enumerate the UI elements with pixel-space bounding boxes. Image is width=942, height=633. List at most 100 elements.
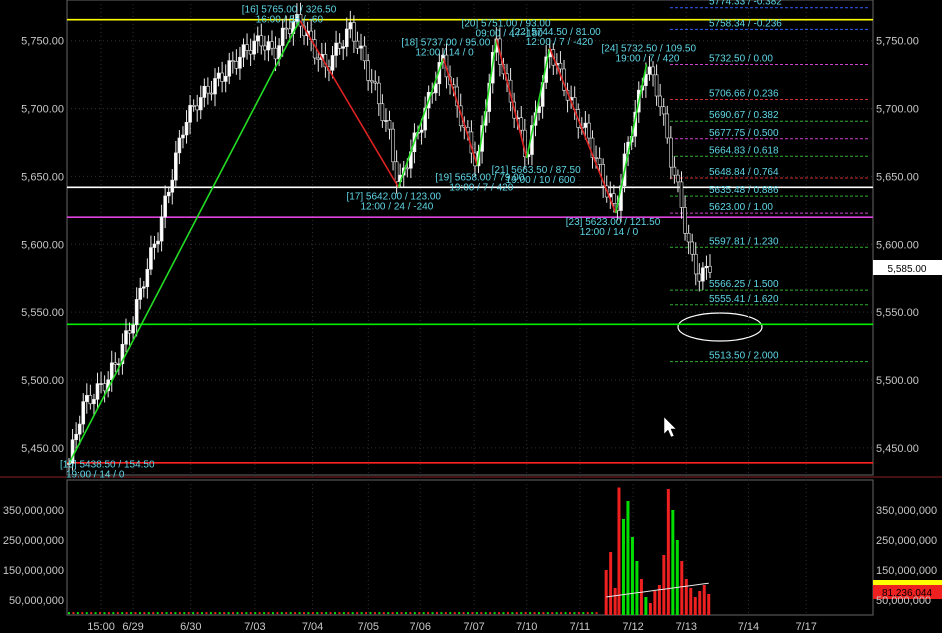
candle-body — [341, 46, 346, 49]
volume-bar — [81, 612, 84, 615]
candle-body — [134, 299, 139, 326]
candle-body — [248, 50, 253, 55]
candle-body — [594, 157, 598, 159]
volume-bar — [577, 612, 580, 615]
volume-bar — [489, 612, 492, 615]
candle-body — [661, 106, 666, 115]
candle-body — [74, 433, 78, 441]
volume-bar — [227, 612, 230, 615]
fib-level-label: 5758.34 / -0.236 — [709, 18, 782, 29]
x-tick-label: 7/05 — [358, 621, 379, 633]
candle-body — [348, 22, 353, 30]
y-tick-label-left: 5,700.00 — [21, 104, 64, 116]
volume-bar — [90, 612, 93, 615]
candle-body — [141, 286, 146, 289]
candle-body — [102, 383, 107, 392]
x-tick-label: 7/11 — [570, 621, 591, 633]
zigzag-segment — [549, 47, 617, 214]
x-tick-label: 7/07 — [463, 621, 484, 633]
volume-bar — [143, 612, 146, 615]
candle-body — [198, 97, 203, 111]
y-tick-label-right: 5,700.00 — [876, 104, 919, 116]
price-volume-chart: 5,585.00 81,236,044 15:00 6/29 6/30 7/03 7/0… — [0, 0, 942, 633]
candle-body — [152, 243, 157, 248]
fib-level-label: 5732.50 / 0.00 — [709, 53, 773, 64]
candle-body — [170, 179, 175, 193]
volume-bar — [582, 612, 585, 615]
y-tick-label-right: 5,650.00 — [876, 171, 919, 183]
volume-bar — [223, 612, 226, 615]
candle-body — [95, 383, 100, 400]
candle-body — [344, 28, 349, 47]
volume-bar — [573, 612, 576, 615]
volume-bar — [85, 612, 88, 615]
candle-body — [287, 28, 292, 34]
candle-body — [391, 128, 395, 163]
swing-label-line2: 12:00 / 14 / 0 — [580, 227, 639, 238]
candle-body — [380, 103, 385, 121]
volume-bar — [533, 612, 536, 615]
volume-bar — [174, 612, 177, 615]
volume-bar — [236, 612, 239, 615]
candle-body — [220, 72, 224, 82]
candle-body — [113, 362, 118, 365]
swing-label-line2: 12:00 / 14 / 0 — [415, 47, 474, 58]
candle-body — [355, 40, 360, 49]
volume-bar — [449, 612, 452, 615]
volume-bar — [112, 612, 115, 615]
volume-bar — [613, 588, 617, 615]
candle-body — [690, 241, 694, 255]
y-tick-label-right: 5,600.00 — [876, 239, 919, 251]
volume-tick-label-right: 150,000,000 — [876, 565, 937, 577]
candle-body — [597, 158, 602, 165]
candle-body — [669, 137, 673, 168]
fib-level-label: 5635.48 / 0.886 — [709, 185, 779, 196]
volume-bar — [316, 612, 319, 615]
zigzag-segment — [442, 58, 479, 166]
volume-bar — [648, 603, 652, 615]
volume-bar — [520, 612, 523, 615]
candle-body — [188, 105, 192, 123]
target-circle-annotation — [677, 312, 763, 342]
candle-body — [131, 324, 135, 334]
volume-bar — [666, 489, 670, 615]
volume-bar — [564, 612, 567, 615]
candle-body — [647, 66, 652, 75]
volume-bar — [671, 510, 675, 615]
volume-bar — [134, 612, 137, 615]
volume-bar — [653, 591, 657, 615]
candle-body — [145, 269, 150, 288]
volume-bar — [418, 612, 421, 615]
volume-bar — [325, 612, 328, 615]
y-tick-label-left: 5,750.00 — [21, 36, 64, 48]
x-tick-label: 7/06 — [410, 621, 431, 633]
candle-body — [163, 195, 167, 218]
volume-bar — [413, 612, 416, 615]
volume-bar — [680, 561, 684, 615]
y-tick-label-left: 5,650.00 — [21, 171, 64, 183]
candle-body — [679, 181, 684, 208]
candle-body — [206, 85, 210, 94]
candle-body — [92, 399, 96, 405]
volume-bar — [586, 612, 589, 615]
candle-body — [362, 45, 367, 62]
volume-bar — [289, 612, 292, 615]
volume-bar — [183, 612, 186, 615]
candle-body — [337, 42, 342, 49]
volume-bar — [205, 612, 208, 615]
candle-body — [191, 105, 196, 107]
swing-label-line2: 19:00 / 10 / 600 — [506, 175, 576, 186]
volume-bar — [560, 612, 563, 615]
candle-body — [270, 41, 274, 49]
volume-bar — [99, 612, 102, 615]
volume-bar — [453, 612, 456, 615]
candle-body — [651, 66, 655, 76]
candle-body — [284, 27, 289, 30]
volume-tick-label-left: 350,000,000 — [3, 505, 64, 517]
candle-body — [195, 105, 199, 111]
volume-bar — [107, 612, 110, 615]
x-tick-label: 6/30 — [180, 621, 201, 633]
volume-bar — [267, 612, 270, 615]
candle-body — [245, 44, 249, 51]
volume-bar — [506, 612, 509, 615]
